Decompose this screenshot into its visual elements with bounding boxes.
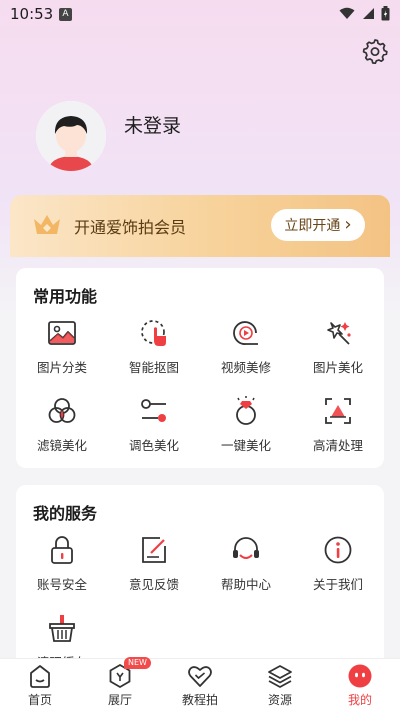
avatar[interactable] [36, 101, 106, 171]
func-label: 滤镜美化 [36, 438, 87, 453]
login-status-text[interactable]: 未登录 [124, 111, 181, 138]
status-bar: 10:53 A [0, 0, 400, 30]
info-icon [324, 536, 352, 564]
bottom-tab-bar: 首页 NEW 展厅 教程拍 资源 我的 [0, 657, 400, 712]
vip-promo-text: 开通爱饰拍会员 [74, 218, 187, 237]
filter-circles-icon [48, 398, 76, 423]
tab-mine[interactable]: 我的 [320, 659, 400, 712]
battery-icon [381, 6, 390, 21]
crown-icon [34, 215, 60, 234]
image-icon [48, 321, 76, 345]
func-label: 图片分类 [36, 360, 87, 375]
video-play-icon [233, 321, 258, 345]
func-video-retouch[interactable]: 视频美修 [200, 313, 292, 379]
func-one-click-beautify[interactable]: 一键美化 [200, 391, 292, 457]
magic-sparkle-icon [327, 322, 351, 345]
service-about-us[interactable]: 关于我们 [292, 530, 384, 596]
service-feedback[interactable]: 意见反馈 [108, 530, 200, 596]
tab-resources[interactable]: 资源 [240, 659, 320, 712]
new-badge: NEW [124, 657, 151, 669]
tab-gallery[interactable]: NEW 展厅 [80, 657, 160, 712]
default-avatar-icon [36, 101, 106, 171]
notification-app-icon: A [59, 8, 72, 21]
lock-icon [51, 536, 73, 564]
common-functions-title: 常用功能 [33, 287, 98, 306]
my-services-title: 我的服务 [33, 504, 98, 523]
signal-icon [363, 8, 374, 19]
basket-icon [49, 615, 75, 642]
func-label: 调色美化 [128, 438, 179, 453]
service-label: 账号安全 [36, 577, 87, 592]
status-time: 10:53 [10, 5, 54, 23]
vip-open-label: 立即开通 [284, 218, 341, 234]
func-color-adjust[interactable]: 调色美化 [108, 391, 200, 457]
wifi-icon [339, 7, 355, 19]
my-services-grid: 账号安全 意见反馈 帮助中心 关于我们 清理缓存 [16, 530, 384, 674]
my-services-card: 我的服务 账号安全 意见反馈 帮助中心 关于我们 清理缓存 [16, 485, 384, 685]
common-functions-card: 常用功能 图片分类 智能抠图 视频美修 图片美化 滤镜美化 调色美化 一键美化 … [16, 268, 384, 468]
tab-label: 展厅 [107, 693, 132, 707]
heart-icon [188, 666, 212, 687]
service-label: 意见反馈 [128, 577, 179, 592]
chevron-right-icon: › [344, 214, 352, 235]
headset-icon [233, 537, 259, 559]
func-filter-beautify[interactable]: 滤镜美化 [16, 391, 108, 457]
func-label: 图片美化 [312, 360, 363, 375]
smart-cutout-icon [141, 320, 166, 346]
service-account-security[interactable]: 账号安全 [16, 530, 108, 596]
service-label: 帮助中心 [220, 577, 271, 592]
common-functions-grid: 图片分类 智能抠图 视频美修 图片美化 滤镜美化 调色美化 一键美化 高清处理 [16, 313, 384, 457]
func-image-category[interactable]: 图片分类 [16, 313, 108, 379]
home-icon [30, 665, 50, 688]
func-hd-process[interactable]: 高清处理 [292, 391, 384, 457]
service-label: 关于我们 [312, 577, 363, 592]
tab-label: 教程拍 [181, 693, 218, 707]
tab-tutorial[interactable]: 教程拍 [160, 659, 240, 712]
feedback-edit-icon [142, 537, 166, 563]
service-help-center[interactable]: 帮助中心 [200, 530, 292, 596]
func-image-beautify[interactable]: 图片美化 [292, 313, 384, 379]
settings-gear-icon[interactable] [362, 38, 388, 64]
tab-label: 资源 [267, 693, 292, 707]
vip-banner[interactable]: 开通爱饰拍会员 立即开通 › [10, 195, 390, 257]
layers-icon [268, 665, 292, 688]
adjust-sliders-icon [141, 399, 166, 422]
func-label: 视频美修 [220, 360, 271, 375]
func-label: 高清处理 [312, 438, 363, 453]
func-smart-cutout[interactable]: 智能抠图 [108, 313, 200, 379]
tab-home[interactable]: 首页 [0, 659, 80, 712]
tab-label: 我的 [347, 693, 372, 707]
profile-page: 10:53 A 未登录 开通爱饰拍会员 立即开通 › 常用功能 图片分类 智能抠… [0, 0, 400, 712]
mine-face-icon [348, 664, 372, 688]
status-icons [339, 6, 390, 21]
hd-frame-icon [325, 398, 351, 424]
tab-label: 首页 [27, 693, 52, 707]
vip-open-button[interactable]: 立即开通 › [271, 209, 365, 241]
func-label: 智能抠图 [128, 360, 179, 375]
diamond-ring-icon [236, 396, 256, 425]
func-label: 一键美化 [220, 438, 271, 453]
